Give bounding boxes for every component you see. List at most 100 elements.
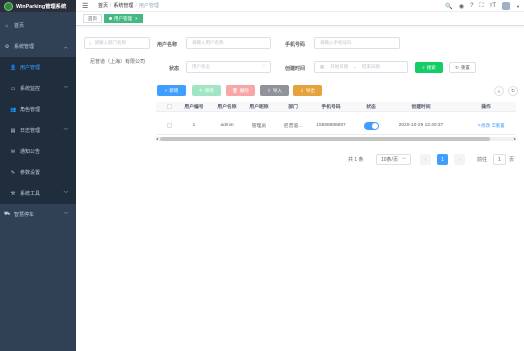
breadcrumb-separator: /: [110, 3, 112, 9]
tags-view: 首页 用户管理 ×: [76, 12, 524, 26]
chevron-down-icon: ﹀: [63, 190, 69, 196]
fullscreen-icon[interactable]: ⛶: [479, 3, 483, 10]
username-label: 用户名称: [157, 42, 178, 48]
sidebar-item-monitor[interactable]: ▭ 系统监控 ﹀: [0, 78, 76, 99]
goto-label: 前往: [477, 157, 488, 163]
message-icon: ✉: [10, 148, 16, 155]
avatar[interactable]: [502, 2, 511, 10]
hamburger-icon[interactable]: ☰: [82, 2, 90, 10]
refresh-icon: ↻: [455, 64, 459, 70]
add-button[interactable]: + 新增: [157, 85, 186, 96]
sidebar: WinParking管理系统 ⌂ 首页 ⚙ 系统管理 ︿ 👤 用户管理 ▭ 系统…: [0, 0, 76, 351]
col-phone: 手机号码: [321, 105, 341, 110]
dept-search-input[interactable]: ⌕ 请输入部门名称: [84, 37, 150, 49]
car-icon: ⛟: [4, 211, 11, 217]
user-icon: 👤: [10, 64, 17, 71]
sidebar-item-config[interactable]: ✎ 参数设置: [0, 162, 76, 183]
sidebar-item-logs[interactable]: ▤ 日志管理 ﹀: [0, 120, 76, 141]
col-status: 状态: [366, 105, 376, 110]
log-icon: ▤: [10, 127, 16, 134]
close-icon[interactable]: ×: [135, 16, 138, 21]
select-all-checkbox[interactable]: [164, 102, 174, 111]
row-edit-link[interactable]: ✎修改: [477, 123, 490, 129]
chevron-down-icon: ﹀: [63, 85, 69, 91]
status-select[interactable]: 用户状态 ﹀: [186, 61, 271, 73]
date-range-picker[interactable]: ▦ 开始日期 - 结束日期: [314, 61, 408, 73]
caret-down-icon[interactable]: ▼: [516, 4, 520, 9]
sidebar-item-roles[interactable]: 👥 角色管理: [0, 99, 76, 120]
navbar-right: 🔍 ◉ ? ⛶ тT ▼: [445, 0, 520, 12]
cell-user-id: 1: [192, 123, 196, 128]
delete-button[interactable]: 🗑 删除: [226, 85, 255, 96]
calendar-icon: ▦: [320, 64, 325, 69]
cell-phone: 15888888887: [316, 123, 346, 128]
search-icon[interactable]: 🔍: [445, 3, 452, 10]
phone-input[interactable]: 请输入手机号码: [314, 37, 400, 49]
goto-unit: 页: [509, 157, 515, 163]
navbar: ☰ 首页 / 系统管理 / 用户管理 🔍 ◉ ? ⛶ тT ▼: [76, 0, 524, 12]
chevron-up-icon: ︿: [63, 43, 69, 49]
app-logo[interactable]: WinParking管理系统: [0, 0, 76, 12]
refresh-button[interactable]: ↻: [508, 86, 518, 96]
import-button[interactable]: ⇪ 导入: [260, 85, 289, 96]
refresh-icon: ↻: [511, 88, 515, 93]
breadcrumb-home[interactable]: 首页: [98, 3, 108, 9]
search-button[interactable]: ⌕ 搜索: [415, 62, 443, 73]
breadcrumb-system[interactable]: 系统管理: [113, 3, 133, 9]
col-actions: 操作: [481, 105, 491, 110]
table-horizontal-scrollbar[interactable]: ◂ ▸: [156, 136, 516, 141]
scrollbar-thumb[interactable]: [160, 137, 490, 141]
gear-icon: ⚙: [4, 43, 10, 50]
scroll-right-icon[interactable]: ▸: [514, 136, 516, 141]
goto-input[interactable]: 1: [493, 154, 506, 165]
plus-icon: +: [164, 88, 168, 93]
prev-page-button[interactable]: ‹: [420, 154, 431, 165]
delete-icon: 🗑: [232, 87, 238, 93]
col-username: 用户名称: [217, 105, 237, 110]
upload-icon: ⇪: [267, 87, 271, 93]
cell-nickname: 管理员: [251, 124, 267, 129]
chevron-right-icon: ›: [454, 154, 465, 165]
next-page-button[interactable]: ›: [454, 154, 465, 165]
github-icon[interactable]: ◉: [459, 3, 464, 10]
sidebar-item-notice[interactable]: ✉ 通知公告: [0, 141, 76, 162]
chevron-down-icon: ﹀: [63, 127, 69, 133]
sidebar-item-parking[interactable]: ⛟ 智慧停车 ﹀: [0, 204, 76, 225]
export-button[interactable]: ⇩ 导出: [293, 85, 322, 96]
edit-icon: ✎: [10, 169, 16, 176]
col-nickname: 用户昵称: [249, 105, 269, 110]
reset-button[interactable]: ↻ 重置: [449, 62, 476, 73]
row-reset-password-link[interactable]: ⚿重置: [492, 123, 504, 129]
tool-icon: ⚒: [10, 190, 16, 197]
col-created: 创建时间: [411, 105, 431, 110]
search-icon: ⌕: [89, 40, 92, 46]
dept-tree-node[interactable]: 尼普道（上海）有限公司: [90, 58, 145, 65]
row-checkbox[interactable]: [164, 117, 174, 134]
status-switch[interactable]: [363, 121, 379, 130]
toggle-search-button[interactable]: ⌕: [494, 86, 504, 96]
breadcrumb-current: 用户管理: [138, 3, 159, 9]
search-icon: ⌕: [422, 65, 425, 70]
cell-dept: 尼普道...: [283, 124, 303, 129]
username-input[interactable]: 请输入用户名称: [186, 37, 271, 49]
font-size-icon[interactable]: тT: [490, 3, 496, 9]
question-icon[interactable]: ?: [470, 3, 473, 9]
sidebar-item-home[interactable]: ⌂ 首页: [0, 15, 76, 36]
sidebar-item-tools[interactable]: ⚒ 系统工具 ﹀: [0, 183, 76, 204]
monitor-icon: ▭: [10, 85, 16, 92]
edit-button[interactable]: ✎ 修改: [192, 85, 221, 96]
breadcrumb: 首页 / 系统管理 / 用户管理: [98, 2, 159, 9]
page-number-1[interactable]: 1: [437, 154, 448, 165]
col-dept: 部门: [288, 105, 298, 110]
chevron-down-icon: ﹀: [63, 211, 69, 217]
tag-home[interactable]: 首页: [83, 14, 102, 23]
app-title: WinParking管理系统: [16, 4, 67, 10]
cell-created: 2020-10-29 12:40:37: [398, 123, 444, 128]
scroll-left-icon[interactable]: ◂: [156, 136, 158, 141]
download-icon: ⇩: [300, 87, 304, 93]
sidebar-item-system[interactable]: ⚙ 系统管理 ︿: [0, 36, 76, 57]
tag-users[interactable]: 用户管理 ×: [104, 14, 143, 23]
sidebar-item-users[interactable]: 👤 用户管理: [0, 57, 76, 78]
page-size-select[interactable]: 10条/页 ﹀: [376, 154, 411, 165]
cell-actions: ✎修改 ⚿重置: [466, 117, 516, 134]
